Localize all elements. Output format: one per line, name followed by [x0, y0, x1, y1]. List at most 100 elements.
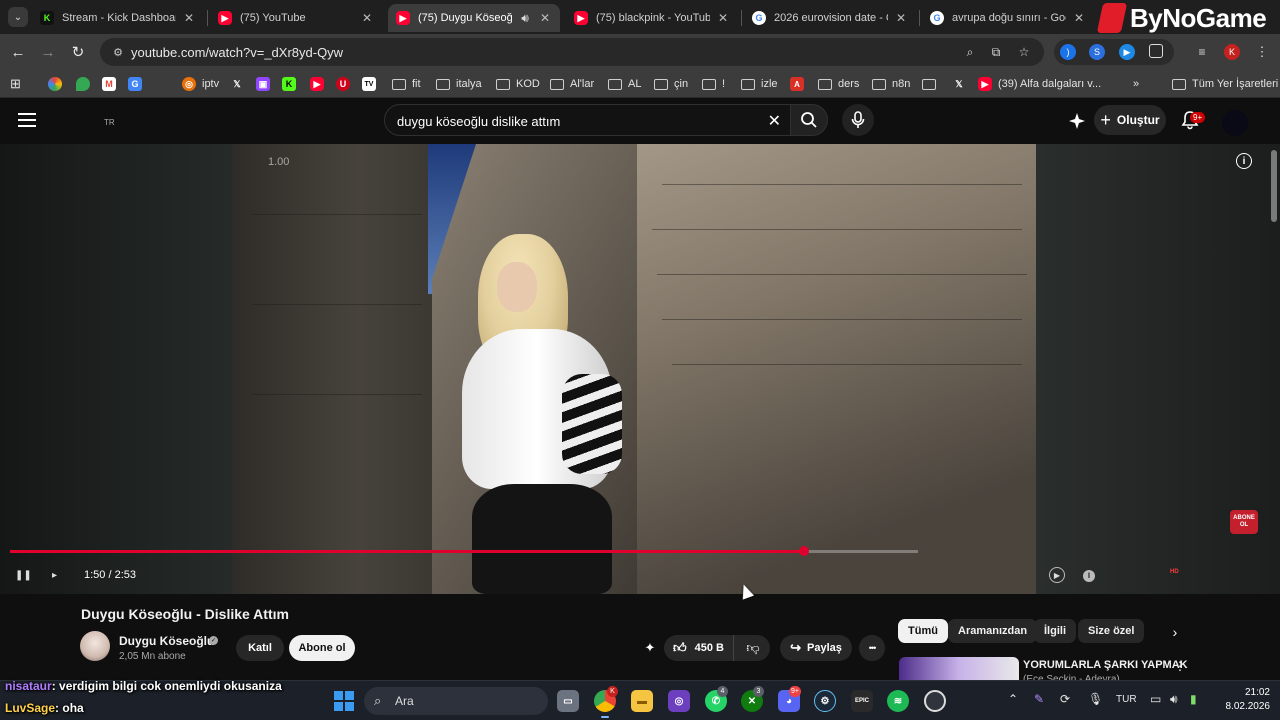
- bookmark-folder-izle[interactable]: izle: [741, 76, 778, 92]
- bookmark-tv[interactable]: TV: [362, 76, 382, 92]
- pause-icon[interactable]: ❚❚: [15, 570, 32, 581]
- account-avatar[interactable]: [1222, 110, 1248, 136]
- menu-icon[interactable]: [18, 113, 36, 127]
- bookmark-folder-empty[interactable]: [922, 76, 942, 92]
- close-tab-icon[interactable]: ✕: [538, 11, 552, 25]
- bookmark-u[interactable]: U: [336, 76, 356, 92]
- page-scrollbar[interactable]: [1271, 150, 1277, 222]
- dislike-button[interactable]: 👎︎: [736, 635, 770, 661]
- channel-avatar[interactable]: [80, 631, 110, 661]
- site-info-icon[interactable]: ⚙︎: [110, 44, 126, 60]
- bookmark-folder-cin[interactable]: çin: [654, 76, 688, 92]
- taskbar-search[interactable]: ⌕ Ara: [364, 687, 548, 715]
- bookmark-folder-fit[interactable]: fit: [392, 76, 421, 92]
- share-button[interactable]: ↪ Paylaş: [780, 635, 852, 661]
- bookmark-folder-kod[interactable]: KOD: [496, 76, 540, 92]
- close-tab-icon[interactable]: ✕: [360, 11, 374, 25]
- recommendation-thumbnail[interactable]: [899, 657, 1019, 680]
- close-tab-icon[interactable]: ✕: [716, 11, 730, 25]
- chip-for-you[interactable]: Size özel: [1078, 619, 1145, 643]
- chip-all[interactable]: Tümü: [898, 619, 948, 643]
- bookmark-kick[interactable]: K: [282, 76, 302, 92]
- search-button[interactable]: [790, 104, 828, 136]
- obs-icon[interactable]: [924, 690, 946, 712]
- windows-start-icon[interactable]: [334, 691, 354, 711]
- bookmark-folder-allar[interactable]: Al'lar: [550, 76, 594, 92]
- tray-overflow-icon[interactable]: ⌃: [1008, 692, 1018, 706]
- all-bookmarks[interactable]: Tüm Yer İşaretleri: [1172, 76, 1278, 92]
- bookmark-folder-exclaim[interactable]: !: [702, 76, 725, 92]
- extensions-puzzle-icon[interactable]: [1149, 44, 1163, 58]
- bookmark-alfa[interactable]: ▶ (39) Alfa dalgaları v...: [978, 76, 1101, 92]
- tray-network-icon[interactable]: ▭: [1150, 692, 1161, 706]
- chevron-right-icon[interactable]: ›: [1166, 623, 1184, 641]
- back-arrow-icon[interactable]: ←: [8, 42, 28, 62]
- url-text[interactable]: youtube.com/watch?v=_dXr8yd-Qyw: [131, 45, 343, 60]
- browser-menu-icon[interactable]: ⋮: [1254, 44, 1270, 60]
- join-button[interactable]: Katıl: [236, 635, 284, 661]
- channel-name[interactable]: Duygu Köseoğlu: [119, 634, 214, 648]
- tray-pen-icon[interactable]: ✎: [1034, 692, 1044, 706]
- forward-arrow-icon[interactable]: →: [38, 42, 58, 62]
- bookmark-translate[interactable]: G: [128, 76, 148, 92]
- install-app-icon[interactable]: ⧉: [988, 44, 1004, 60]
- voice-search-button[interactable]: [842, 104, 874, 136]
- tab-youtube-home[interactable]: ▶ (75) YouTube ✕: [210, 4, 382, 32]
- extension-audio-icon[interactable]: ): [1060, 44, 1076, 60]
- more-actions-button[interactable]: •••: [859, 635, 885, 661]
- tab-duygu-video[interactable]: ▶ (75) Duygu Köseoğlu - 🔊︎ ✕: [388, 4, 560, 32]
- extension-shazam-icon[interactable]: S: [1089, 44, 1105, 60]
- profile-avatar[interactable]: K: [1224, 44, 1240, 60]
- info-icon[interactable]: i: [1236, 153, 1252, 169]
- chip-related[interactable]: İlgili: [1034, 619, 1076, 643]
- apps-grid-icon[interactable]: ⊞: [10, 76, 21, 92]
- tab-groups-icon[interactable]: ≡: [1194, 44, 1210, 60]
- bookmark-pdf[interactable]: A: [790, 76, 810, 92]
- create-button[interactable]: + Oluştur: [1094, 105, 1166, 135]
- bookmark-iptv[interactable]: ◎ iptv: [182, 76, 219, 92]
- bookmark-gmail[interactable]: M: [102, 76, 122, 92]
- bookmark-photos[interactable]: [48, 76, 68, 92]
- close-tab-icon[interactable]: ✕: [1072, 11, 1086, 25]
- file-explorer-icon[interactable]: ▬: [631, 690, 653, 712]
- ai-sparkle-icon[interactable]: [1068, 112, 1086, 130]
- close-tab-icon[interactable]: ✕: [182, 11, 196, 25]
- tray-volume-icon[interactable]: 🔊︎: [1170, 692, 1178, 707]
- tab-search-button[interactable]: ⌄: [8, 7, 28, 27]
- reload-icon[interactable]: ↻: [68, 42, 88, 62]
- bookmark-folder-n8n[interactable]: n8n: [872, 76, 910, 92]
- video-player[interactable]: [0, 144, 1280, 594]
- bookmark-folder-al[interactable]: AL: [608, 76, 641, 92]
- search-query[interactable]: duygu köseoğlu dislike attım: [397, 114, 560, 129]
- bookmark-x-2[interactable]: 𝕏: [952, 76, 972, 92]
- recommendation-title[interactable]: YORUMLARLA ŞARKI YAPMAK: [1023, 659, 1188, 671]
- like-button[interactable]: 👍︎ 450 B: [664, 635, 734, 661]
- taskbar-clock[interactable]: 21:02 8.02.2026: [1218, 686, 1271, 714]
- clear-search-icon[interactable]: ✕: [768, 111, 781, 131]
- tab-kick-dashboard[interactable]: K Stream - Kick Dashboard ✕: [32, 4, 204, 32]
- tray-mic-icon[interactable]: 🎙︎: [1088, 692, 1103, 706]
- tray-sync-icon[interactable]: ⟳: [1060, 692, 1070, 706]
- bookmark-twitch[interactable]: ▣: [256, 76, 276, 92]
- video-frame[interactable]: [232, 144, 1036, 594]
- next-icon[interactable]: ▸: [52, 570, 57, 581]
- tab-eurovision[interactable]: G 2026 eurovision date - Goo ✕: [744, 4, 916, 32]
- bookmark-maps[interactable]: [76, 76, 96, 92]
- epic-games-icon[interactable]: EPIC: [851, 690, 873, 712]
- tray-battery-icon[interactable]: ▮: [1190, 692, 1197, 706]
- tab-blackpink[interactable]: ▶ (75) blackpink - YouTube ✕: [566, 4, 738, 32]
- search-input[interactable]: duygu köseoğlu dislike attım ✕: [384, 104, 792, 136]
- progress-scrubber[interactable]: [799, 546, 809, 556]
- recommendation-menu-icon[interactable]: ⋮: [1174, 659, 1186, 673]
- bookmark-x[interactable]: 𝕏: [230, 76, 250, 92]
- autoplay-icon[interactable]: ▶: [1049, 567, 1065, 583]
- search-icon[interactable]: ⌕: [962, 44, 978, 60]
- task-view-icon[interactable]: ▭: [557, 690, 579, 712]
- audio-playing-icon[interactable]: 🔊︎: [518, 11, 532, 26]
- bookmark-folder-ders[interactable]: ders: [818, 76, 859, 92]
- app-purple-icon[interactable]: ◎: [668, 690, 690, 712]
- tab-avrupa[interactable]: G avrupa doğu sınırı - Googl ✕: [922, 4, 1094, 32]
- autoplay-toggle[interactable]: ‖: [1083, 570, 1095, 582]
- extension-play-icon[interactable]: ▶: [1119, 44, 1135, 60]
- bookmarks-overflow-icon[interactable]: »: [1133, 76, 1139, 92]
